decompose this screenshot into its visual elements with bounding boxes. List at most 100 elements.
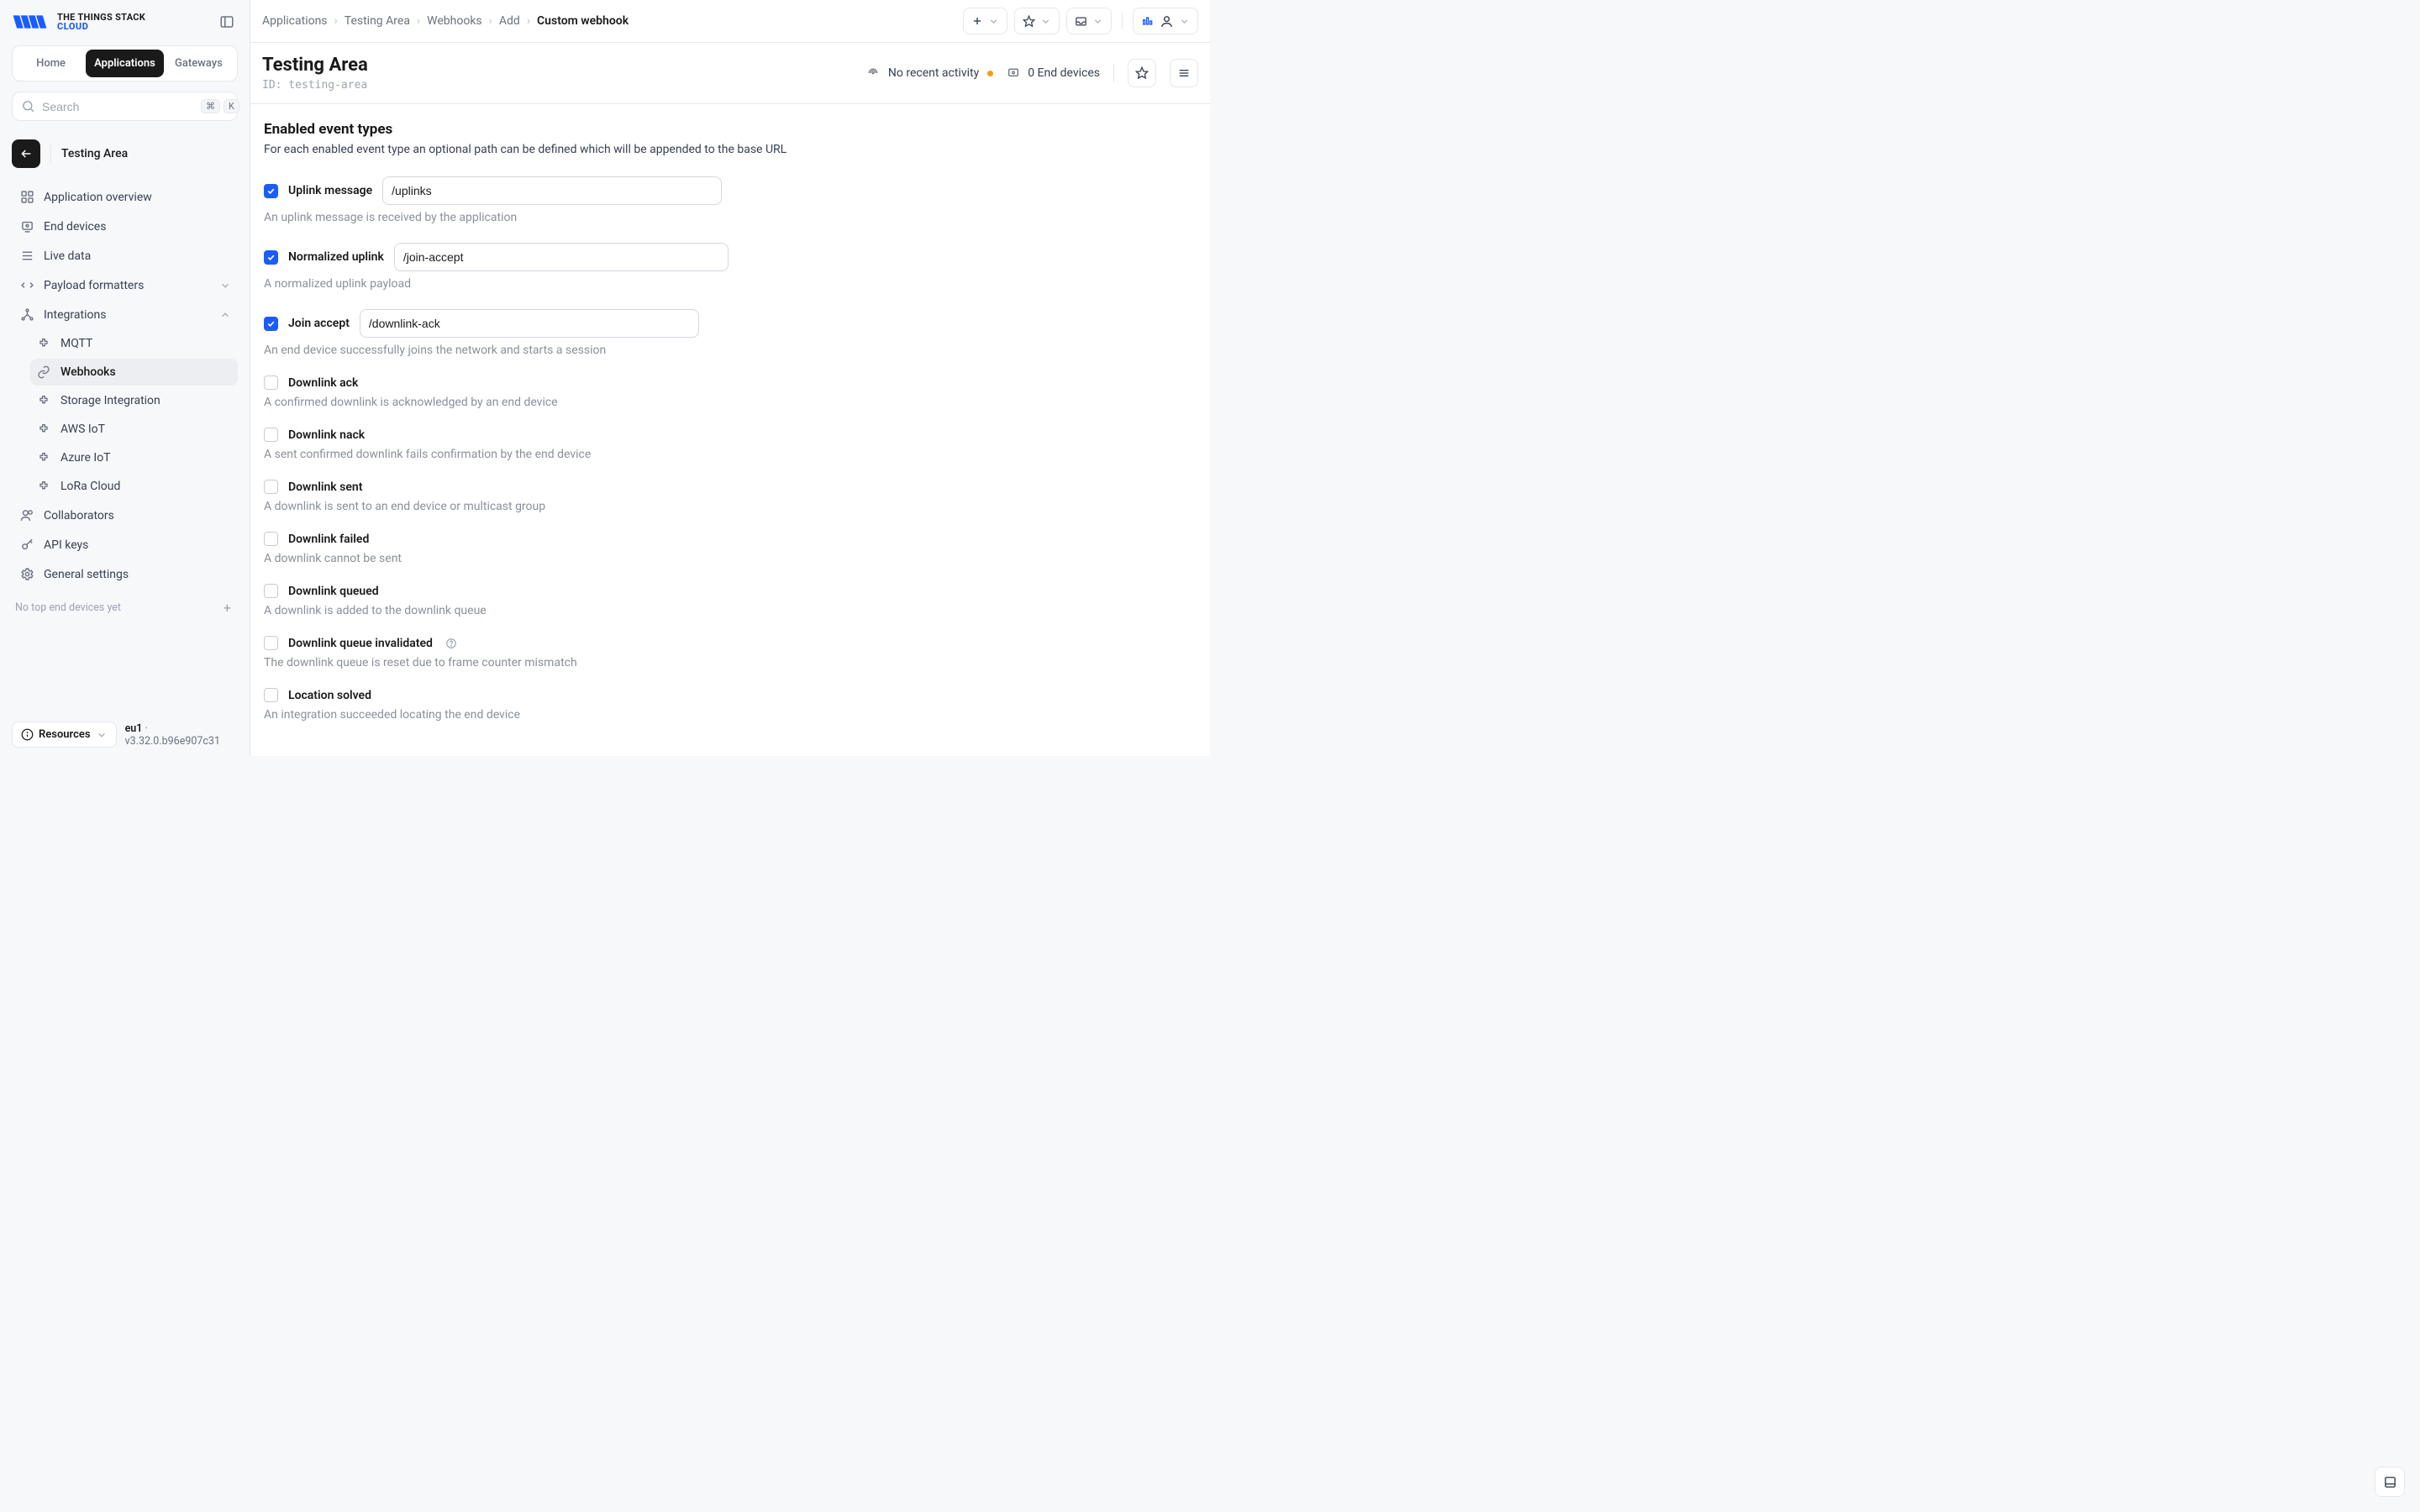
key-icon	[18, 538, 35, 552]
list-icon	[18, 249, 35, 263]
event-path-input[interactable]	[382, 176, 722, 205]
event-checkbox[interactable]	[264, 317, 278, 331]
topbar: Applications › Testing Area › Webhooks ›…	[250, 0, 1210, 43]
chevron-down-icon	[1092, 16, 1103, 27]
breadcrumb-item[interactable]: Applications	[262, 14, 328, 28]
event-description: The downlink queue is reset due to frame…	[264, 656, 1197, 669]
event-row: Uplink message An uplink message is recei…	[264, 176, 1197, 224]
starred-menu-button[interactable]	[1014, 8, 1060, 34]
sidebar-footer: Resources eu1 · v3.32.0.b96e907c31	[12, 713, 238, 748]
sidebar-item-api-keys[interactable]: API keys	[12, 531, 238, 559]
chevron-up-icon	[219, 309, 231, 321]
event-label: Downlink queued	[288, 585, 379, 598]
tab-home[interactable]: Home	[16, 50, 86, 77]
event-label: Normalized uplink	[288, 250, 384, 264]
event-row: Location solvedAn integration succeeded …	[264, 688, 1197, 722]
breadcrumb-item[interactable]: Webhooks	[427, 14, 482, 28]
sidebar-item-webhooks[interactable]: Webhooks	[30, 359, 238, 386]
event-row: Join acceptAn end device successfully jo…	[264, 309, 1197, 357]
sidebar-item-live-data[interactable]: Live data	[12, 242, 238, 270]
device-icon	[18, 219, 35, 234]
breadcrumb-item[interactable]: Add	[499, 14, 520, 28]
event-description: A downlink cannot be sent	[264, 552, 1197, 565]
event-checkbox[interactable]	[264, 688, 278, 702]
search-box[interactable]: ⌘ K	[12, 92, 238, 121]
end-devices-count[interactable]: 0 End devices	[1007, 66, 1100, 80]
add-menu-button[interactable]	[963, 8, 1007, 34]
event-description: A downlink is sent to an end device or m…	[264, 500, 1197, 513]
sidebar-item-general[interactable]: General settings	[12, 560, 238, 588]
section-desc: For each enabled event type an optional …	[264, 143, 1197, 156]
help-icon[interactable]	[445, 638, 457, 649]
back-button[interactable]	[12, 139, 40, 168]
section-title: Enabled event types	[264, 121, 1197, 138]
sidebar-item-mqtt[interactable]: MQTT	[30, 330, 238, 357]
brand-line2: CLOUD	[57, 22, 145, 31]
brand-logo[interactable]: THE THINGS STACK CLOUD	[12, 10, 145, 34]
event-checkbox[interactable]	[264, 480, 278, 494]
side-nav: Application overview End devices Live da…	[12, 183, 238, 713]
event-label: Downlink queue invalidated	[288, 637, 433, 650]
cluster-info: eu1 · v3.32.0.b96e907c31	[125, 722, 238, 748]
sidebar-item-storage[interactable]: Storage Integration	[30, 387, 238, 414]
top-end-devices-label: No top end devices yet +	[12, 590, 238, 616]
event-description: An uplink message is received by the app…	[264, 211, 1197, 224]
menu-button[interactable]	[1170, 59, 1198, 87]
event-label: Downlink failed	[288, 533, 369, 546]
star-button[interactable]	[1128, 59, 1156, 87]
tab-applications[interactable]: Applications	[86, 50, 164, 77]
event-label: Location solved	[288, 689, 371, 702]
code-icon	[18, 278, 35, 292]
chevron-down-icon	[988, 16, 999, 27]
main: Applications › Testing Area › Webhooks ›…	[250, 0, 1210, 756]
inbox-menu-button[interactable]	[1066, 8, 1112, 34]
breadcrumb-item[interactable]: Testing Area	[345, 14, 410, 28]
event-checkbox[interactable]	[264, 532, 278, 546]
status-badge	[987, 71, 993, 76]
sidebar-item-integrations[interactable]: Integrations	[12, 301, 238, 328]
sidebar-item-collaborators[interactable]: Collaborators	[12, 501, 238, 529]
event-checkbox[interactable]	[264, 584, 278, 598]
sidebar-item-aws[interactable]: AWS IoT	[30, 416, 238, 443]
event-label: Downlink ack	[288, 376, 358, 390]
sidebar-item-payload[interactable]: Payload formatters	[12, 271, 238, 299]
sidebar-item-lora[interactable]: LoRa Cloud	[30, 473, 238, 500]
chevron-right-icon: ›	[489, 14, 492, 28]
event-path-input[interactable]	[394, 243, 729, 271]
sidebar-item-overview[interactable]: Application overview	[12, 183, 238, 211]
event-checkbox[interactable]	[264, 428, 278, 442]
sidebar: THE THINGS STACK CLOUD Home Applications…	[0, 0, 250, 756]
add-end-device-button[interactable]: +	[224, 600, 231, 616]
chevron-right-icon: ›	[527, 14, 530, 28]
activity-status: No recent activity	[866, 66, 992, 80]
org-menu-button[interactable]	[1133, 8, 1198, 34]
collapse-sidebar-button[interactable]	[216, 11, 238, 33]
search-input[interactable]	[42, 100, 194, 113]
puzzle-icon	[35, 394, 52, 407]
context-row: Testing Area	[12, 139, 238, 168]
tab-gateways[interactable]: Gateways	[164, 50, 234, 77]
event-row: Downlink sent A downlink is sent to an en…	[264, 480, 1197, 513]
sidebar-item-azure[interactable]: Azure IoT	[30, 444, 238, 471]
gear-icon	[18, 567, 35, 581]
floating-panel-button[interactable]	[2375, 1467, 2405, 1497]
event-label: Downlink sent	[288, 480, 362, 494]
content: Enabled event types For each enabled eve…	[250, 104, 1210, 756]
chevron-down-icon	[1179, 16, 1190, 27]
event-description: A confirmed downlink is acknowledged by …	[264, 396, 1197, 409]
event-description: An end device successfully joins the net…	[264, 344, 1197, 357]
chevron-down-icon	[219, 280, 231, 291]
event-description: A downlink is added to the downlink queu…	[264, 604, 1197, 617]
context-title[interactable]: Testing Area	[61, 147, 128, 160]
event-checkbox[interactable]	[264, 184, 278, 198]
sidebar-item-end-devices[interactable]: End devices	[12, 213, 238, 240]
resources-button[interactable]: Resources	[12, 722, 117, 748]
page-title: Testing Area	[262, 55, 368, 76]
event-checkbox[interactable]	[264, 636, 278, 650]
event-label: Uplink message	[288, 184, 372, 197]
event-checkbox[interactable]	[264, 250, 278, 265]
event-path-input[interactable]	[360, 309, 699, 338]
puzzle-icon	[35, 423, 52, 436]
event-checkbox[interactable]	[264, 375, 278, 390]
chevron-down-icon	[96, 729, 108, 741]
